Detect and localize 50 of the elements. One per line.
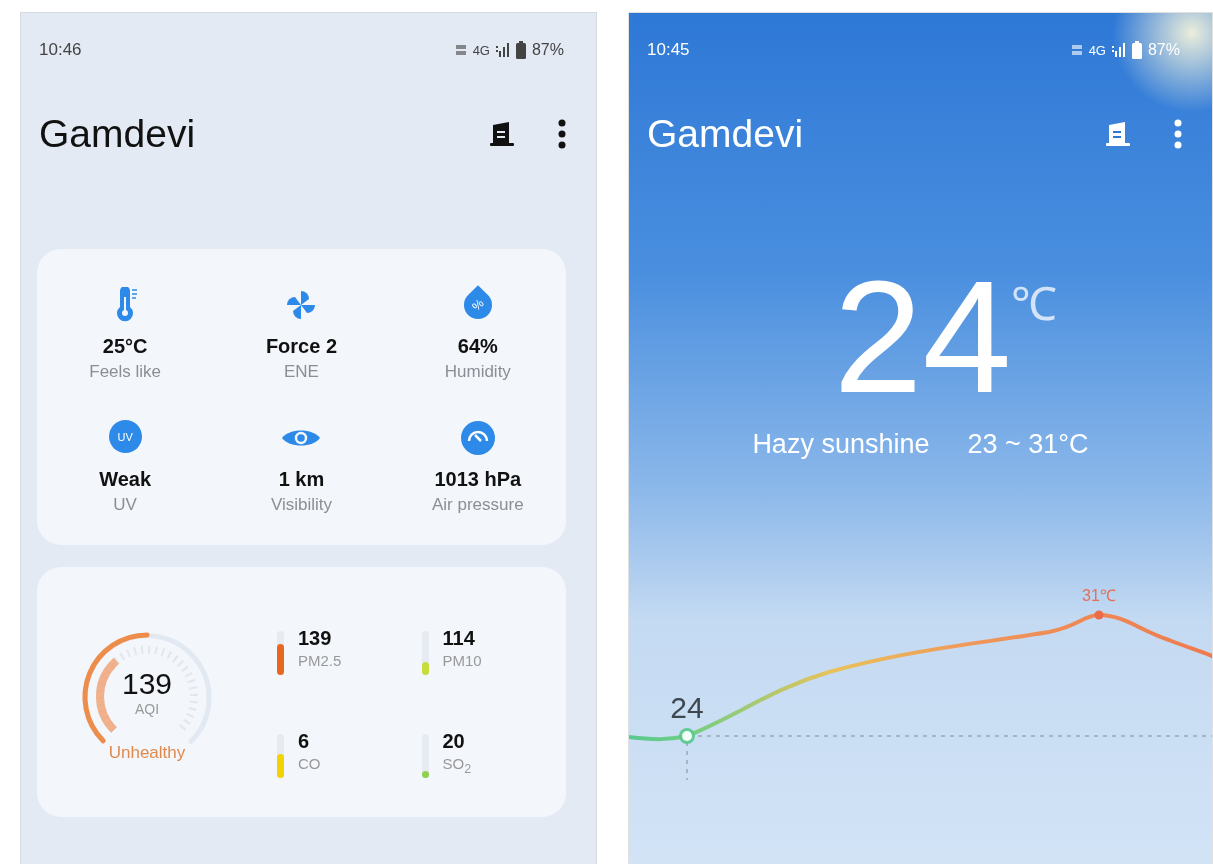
detail-value: Force 2 xyxy=(265,335,338,358)
pollutant-name: PM10 xyxy=(442,652,482,669)
uv-icon: UV xyxy=(108,420,142,453)
pollutant-value: 6 xyxy=(298,730,311,753)
battery-percent: 87% xyxy=(1147,41,1180,59)
battery-icon xyxy=(1131,41,1142,59)
building-icon[interactable] xyxy=(488,121,516,147)
detail-value: 64% xyxy=(457,335,498,358)
network-type: 4G xyxy=(472,42,490,58)
city-name: Gamdevi xyxy=(647,112,805,156)
gauge-icon xyxy=(460,420,495,456)
pollutant-name: PM2.5 xyxy=(298,652,342,669)
detail-label: UV xyxy=(113,495,137,515)
pollutant-value: 139 xyxy=(298,627,333,650)
curve-peak-label: 31℃ xyxy=(1082,587,1116,604)
detail-label: Air pressure xyxy=(432,495,524,515)
city-name: Gamdevi xyxy=(39,112,197,156)
volte-icon xyxy=(454,44,467,56)
aqi-value: 139 xyxy=(121,667,173,701)
pollutant-value: 20 xyxy=(442,730,466,753)
battery-percent: 87% xyxy=(531,41,564,59)
weather-condition: Hazy sunshine xyxy=(752,429,930,460)
signal-icon xyxy=(1111,43,1126,57)
signal-icon xyxy=(495,43,510,57)
network-type: 4G xyxy=(1088,42,1106,58)
battery-icon xyxy=(515,41,526,59)
status-time: 10:46 xyxy=(39,40,82,60)
current-temperature: 24 xyxy=(833,257,1012,417)
peak-point xyxy=(1094,610,1104,620)
curve-current-label: 24 xyxy=(670,691,704,724)
pollutant-name: SO$_{2}$ xyxy=(442,755,472,776)
time-marker-line xyxy=(686,741,688,781)
detail-label: ENE xyxy=(284,362,319,382)
status-time: 10:45 xyxy=(647,40,690,60)
more-menu-icon[interactable] xyxy=(558,119,566,149)
detail-label: Humidity xyxy=(444,362,511,382)
detail-value: 1 km xyxy=(278,468,325,491)
aqi-status: Unhealthy xyxy=(107,743,187,763)
detail-value: Weak xyxy=(99,468,152,491)
volte-icon xyxy=(1070,44,1083,56)
detail-value: 1013 hPa xyxy=(434,468,522,491)
temperature-range: 23 ~ 31°C xyxy=(967,429,1089,460)
detail-label: Feels like xyxy=(89,362,162,382)
aqi-label: AQI xyxy=(134,701,160,717)
detail-value: 25°C xyxy=(102,335,148,358)
detail-label: Visibility xyxy=(270,495,333,515)
pollutant-value: 114 xyxy=(442,627,476,650)
temperature-unit: ℃ xyxy=(1011,277,1058,332)
current-point-marker xyxy=(679,728,695,744)
pollutant-name: CO xyxy=(298,755,321,772)
